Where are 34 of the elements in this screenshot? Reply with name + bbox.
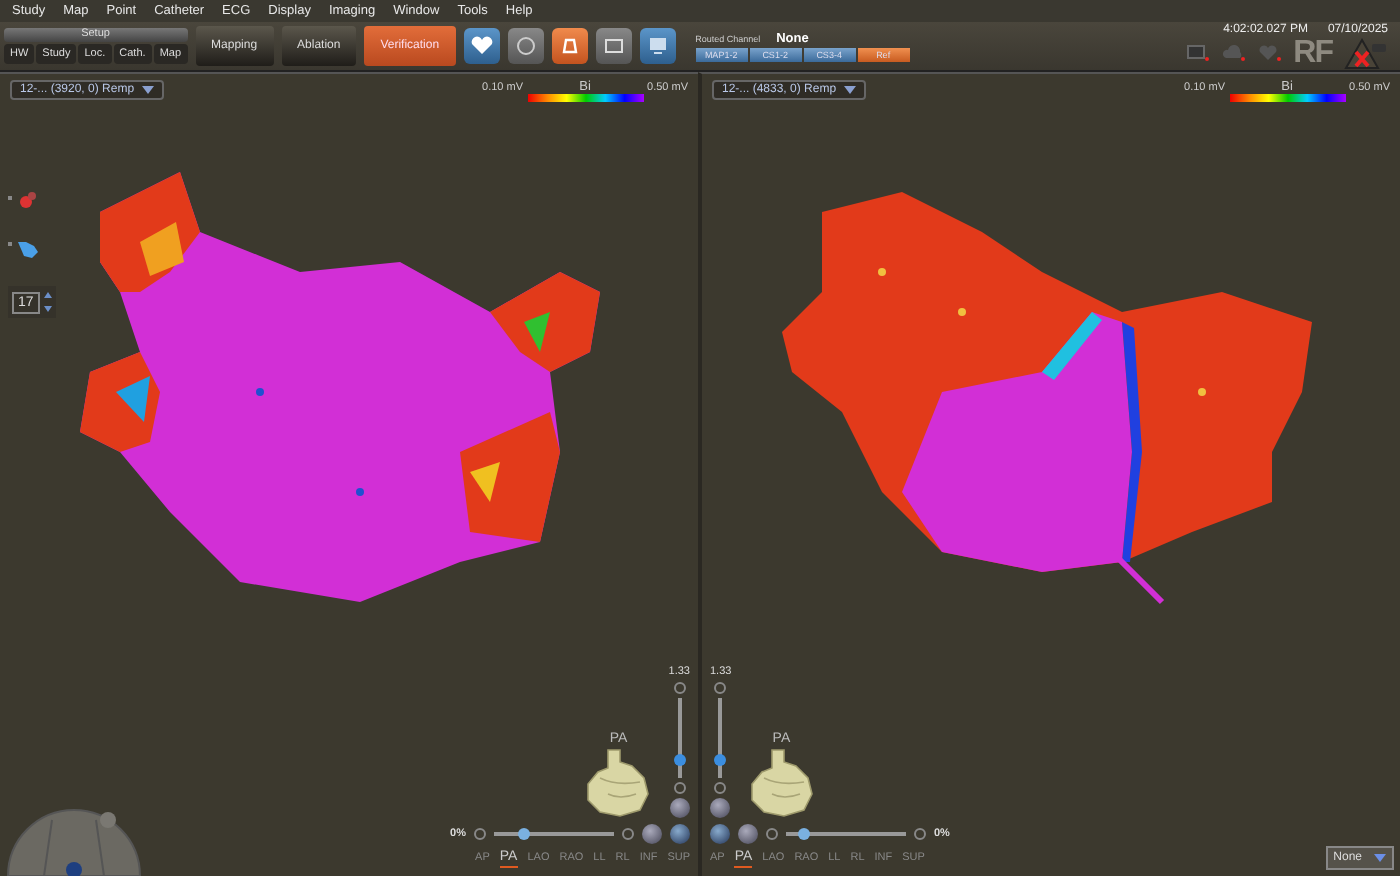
rotate-button[interactable]	[738, 824, 758, 844]
color-scale-bar	[1229, 94, 1346, 102]
points-icon[interactable]	[8, 190, 40, 210]
monitor-icon	[1185, 44, 1210, 62]
rf-indicator: RF	[1293, 39, 1332, 67]
center-button[interactable]	[669, 798, 690, 818]
color-scale-bar	[527, 94, 644, 102]
caret-icon	[142, 86, 155, 94]
plus-button[interactable]	[766, 828, 778, 840]
zoom-out-button[interactable]	[673, 782, 686, 794]
zoom-slider[interactable]	[677, 698, 682, 778]
spin-arrows-icon[interactable]	[43, 290, 52, 314]
cloud-icon	[1221, 44, 1246, 62]
minus-button[interactable]	[914, 828, 926, 840]
heart-model-icon	[584, 746, 653, 818]
monitor-icon[interactable]	[639, 28, 676, 64]
center-button[interactable]	[710, 798, 731, 818]
caret-icon	[844, 86, 857, 94]
zoom-out-button[interactable]	[714, 782, 727, 794]
heart-model-icon	[747, 746, 816, 818]
window-icon[interactable]	[595, 28, 632, 64]
minus-button[interactable]	[474, 828, 486, 840]
slider-thumb[interactable]	[714, 754, 727, 766]
heart-icon	[1257, 44, 1282, 62]
navigation-compass-icon[interactable]	[4, 804, 144, 876]
slider-thumb[interactable]	[518, 828, 530, 840]
slider-thumb[interactable]	[798, 828, 810, 840]
rotate-button[interactable]	[642, 824, 662, 844]
plus-button[interactable]	[622, 828, 634, 840]
zoom-slider[interactable]	[718, 698, 723, 778]
slider-thumb[interactable]	[673, 754, 686, 766]
zoom-in-button[interactable]	[673, 682, 686, 694]
zoom-in-button[interactable]	[714, 682, 727, 694]
caret-icon	[1374, 854, 1386, 862]
